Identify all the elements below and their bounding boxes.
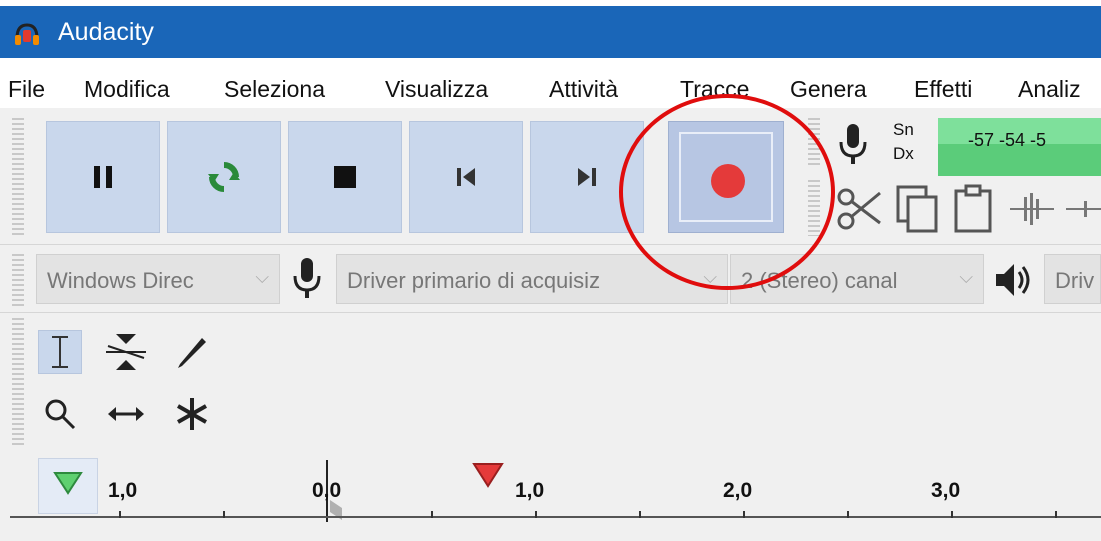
menu-visualizza[interactable]: Visualizza [385, 76, 488, 103]
ruler-tick [743, 511, 745, 518]
ruler-label: 3,0 [931, 479, 961, 502]
multi-tool-button[interactable] [170, 392, 214, 436]
speaker-icon [996, 264, 1030, 296]
ruler-tick [847, 511, 849, 518]
time-shift-tool-button[interactable] [104, 392, 148, 436]
stop-icon [334, 166, 356, 188]
ruler-baseline [10, 516, 1101, 518]
skip-to-end-icon [578, 168, 596, 186]
ruler-tick [1055, 511, 1057, 518]
transport-toolbar-grip[interactable] [12, 118, 24, 236]
copy-icon[interactable] [892, 183, 944, 235]
menu-analizza[interactable]: Analiz [1018, 76, 1081, 103]
silence-audio-icon[interactable] [1062, 183, 1101, 235]
playback-device-value: Driv [1055, 268, 1095, 293]
play-head-button[interactable] [38, 458, 98, 514]
red-triangle-icon [472, 463, 504, 488]
ruler-tick [535, 511, 537, 518]
audacity-headphones-icon [13, 21, 41, 49]
double-arrow-icon [108, 407, 144, 421]
microphone-icon[interactable] [833, 120, 873, 170]
skip-to-start-button[interactable] [409, 121, 523, 233]
menu-file[interactable]: File [8, 76, 45, 103]
title-bar: Audacity [0, 0, 1101, 58]
menu-effetti[interactable]: Effetti [914, 76, 972, 103]
selection-tool-button[interactable] [38, 330, 82, 374]
pause-button[interactable] [46, 121, 160, 233]
menu-seleziona[interactable]: Seleziona [224, 76, 325, 103]
meter-right-label: Dx [893, 144, 914, 163]
loop-button[interactable] [167, 121, 281, 233]
green-triangle-icon [53, 472, 83, 495]
stop-button[interactable] [288, 121, 402, 233]
envelope-tool-button[interactable] [104, 330, 148, 374]
cut-icon[interactable] [834, 183, 886, 235]
zoom-tool-button[interactable] [38, 392, 82, 436]
trim-audio-icon[interactable] [1006, 183, 1058, 235]
ruler-tick [431, 511, 433, 518]
i-beam-icon [52, 336, 68, 368]
recording-device-value: Driver primario di acquisiz [347, 268, 601, 293]
paste-icon[interactable] [948, 183, 1000, 235]
draw-tool-button[interactable] [170, 330, 214, 374]
ruler-label: 1,0 [515, 479, 545, 502]
chevron-down-icon: ⌵ [255, 267, 269, 287]
meter-channel-labels: Sn Dx [893, 118, 914, 166]
ruler-label: 0,0 [312, 479, 342, 502]
loop-icon [208, 162, 240, 192]
meter-scale: -57 -54 -5 [968, 130, 1047, 150]
menu-genera[interactable]: Genera [790, 76, 867, 103]
tools-toolbar-grip[interactable] [12, 318, 24, 448]
ruler-tick [223, 511, 225, 518]
recording-device-microphone-icon [293, 258, 321, 298]
toolbar-divider [0, 244, 1101, 245]
ruler-tick [119, 511, 121, 518]
device-toolbar-grip[interactable] [12, 254, 24, 306]
window-title: Audacity [58, 18, 154, 46]
pause-icon [94, 166, 112, 188]
ruler-tick [639, 511, 641, 518]
chevron-down-icon: ⌵ [959, 267, 973, 287]
meter-left-label: Sn [893, 120, 914, 139]
pencil-icon [178, 338, 206, 368]
ruler-label: 1,0 [108, 479, 138, 502]
magnifier-icon [45, 399, 76, 430]
menu-attivita[interactable]: Attività [549, 76, 618, 103]
ruler-label: 2,0 [723, 479, 753, 502]
toolbar-divider [0, 312, 1101, 313]
skip-to-start-icon [457, 168, 475, 186]
host-select-value: Windows Direc [47, 268, 194, 293]
highlight-circle [619, 94, 835, 290]
playback-device-select[interactable]: Driv [1044, 254, 1101, 304]
ruler-tick [951, 511, 953, 518]
title-bar-background [0, 6, 1101, 58]
envelope-tool-icon [106, 334, 146, 370]
asterisk-icon [177, 398, 207, 430]
host-select[interactable]: Windows Direc ⌵ [36, 254, 280, 304]
menu-modifica[interactable]: Modifica [84, 76, 170, 103]
